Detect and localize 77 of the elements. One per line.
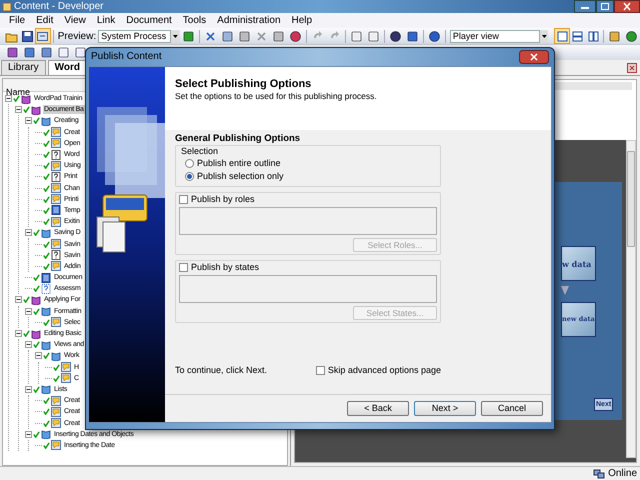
radio-button[interactable] — [185, 172, 194, 181]
minimize-button[interactable] — [574, 0, 596, 13]
topic-icon — [51, 261, 61, 272]
dialog-button[interactable]: < Back — [347, 401, 409, 416]
checkbox[interactable] — [316, 366, 325, 375]
radio-label: Publish selection only — [197, 171, 284, 182]
process-box: w data — [561, 246, 596, 281]
menu-item[interactable]: Tools — [182, 14, 206, 26]
radio-label: Publish entire outline — [197, 158, 281, 169]
collapse-icon[interactable] — [15, 106, 22, 114]
network-icon — [593, 468, 606, 478]
save-icon[interactable] — [20, 28, 36, 44]
topic-icon — [51, 138, 61, 148]
dialog-button[interactable]: Next > — [414, 401, 476, 416]
status-text: Online — [608, 468, 637, 480]
topic-icon — [51, 406, 61, 417]
preview-label: Preview: — [58, 30, 96, 44]
dialog-title: Publish Content — [91, 51, 162, 63]
checkbox-label: Publish by roles — [191, 194, 255, 205]
question-page-icon — [51, 172, 61, 182]
collapse-icon[interactable] — [25, 229, 32, 236]
topic-icon — [61, 373, 71, 384]
collapse-icon[interactable] — [25, 341, 32, 348]
dialog-button[interactable]: Cancel — [481, 401, 543, 416]
window-title: Content - Developer — [14, 0, 104, 12]
assessment-icon — [41, 284, 51, 294]
hint-text: To continue, click Next. — [175, 365, 268, 376]
topic-icon — [51, 216, 61, 227]
delete-icon[interactable] — [255, 30, 268, 42]
question-page-icon — [51, 150, 61, 160]
topic-icon — [61, 362, 71, 372]
collapse-icon[interactable] — [15, 330, 22, 338]
menu-item[interactable]: File — [9, 14, 26, 26]
menu-item[interactable]: Administration — [217, 14, 281, 26]
collapse-icon[interactable] — [35, 352, 42, 360]
panel-tab[interactable]: Word — [48, 60, 87, 75]
column-header[interactable]: Name — [6, 87, 30, 97]
checkbox-label: Skip advanced options page — [328, 365, 441, 376]
topic-icon — [51, 127, 61, 138]
topic-icon — [51, 194, 61, 204]
collapse-icon[interactable] — [25, 386, 32, 393]
scroll-thumb[interactable] — [627, 151, 635, 247]
arrow-icon — [561, 286, 569, 295]
topic-icon — [51, 440, 61, 450]
topic-icon — [51, 396, 61, 406]
wizard-subtitle: Set the options to be used for this publishing process. — [175, 91, 378, 102]
maximize-button[interactable] — [596, 0, 614, 13]
pane-icon[interactable] — [554, 28, 570, 44]
preview-dropdown[interactable]: System Process — [98, 30, 172, 42]
group-legend: Selection — [181, 146, 435, 157]
menu-item[interactable]: Link — [96, 14, 116, 26]
close-button[interactable] — [614, 0, 640, 13]
section-heading: General Publishing Options — [175, 133, 302, 145]
app-icon — [2, 2, 12, 12]
close-icon[interactable] — [627, 62, 637, 72]
collapse-icon[interactable] — [25, 117, 32, 124]
view-dropdown[interactable]: Player view — [450, 30, 540, 42]
scrollbar[interactable] — [626, 140, 636, 458]
panel-tab[interactable]: Library — [1, 60, 46, 75]
menu-item[interactable]: Document — [126, 14, 172, 26]
topic-icon — [51, 183, 61, 194]
topic-icon — [51, 317, 61, 328]
close-button[interactable] — [519, 50, 549, 64]
menu-item[interactable]: Edit — [36, 14, 54, 26]
collapse-icon[interactable] — [15, 296, 22, 304]
menu-item[interactable]: View — [64, 14, 86, 26]
collapse-icon[interactable] — [25, 308, 32, 315]
menu-item[interactable]: Help — [292, 14, 312, 26]
topic-icon — [51, 239, 61, 250]
topic-icon — [51, 418, 61, 428]
wizard-heading: Select Publishing Options — [175, 78, 312, 91]
question-page-icon — [51, 250, 61, 260]
collapse-icon[interactable] — [25, 430, 32, 438]
topic-icon — [51, 160, 61, 171]
collapse-icon[interactable] — [5, 95, 12, 102]
checkbox-label: Publish by states — [191, 262, 260, 273]
radio-button[interactable] — [185, 159, 194, 168]
